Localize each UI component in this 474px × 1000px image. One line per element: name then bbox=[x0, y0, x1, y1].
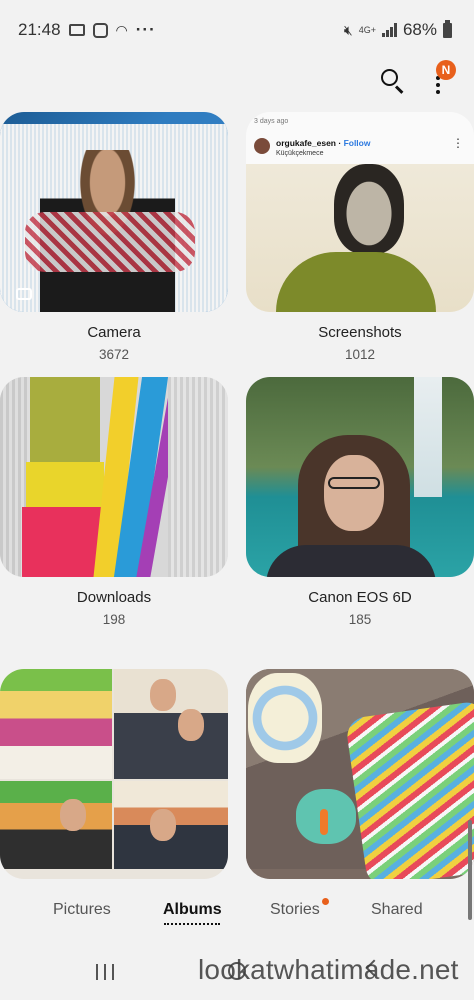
album-count: 3672 bbox=[98, 347, 130, 362]
album-name: Canon EOS 6D bbox=[308, 589, 412, 606]
post-photo-face bbox=[334, 164, 404, 254]
status-right: 🔇︎ 4G+ 68% bbox=[343, 19, 452, 40]
search-button[interactable] bbox=[378, 66, 408, 96]
album-camera[interactable]: Camera 3672 bbox=[0, 112, 228, 363]
tab-active-indicator bbox=[164, 923, 220, 925]
system-nav-bar: lookatwhatimade.net bbox=[0, 948, 474, 1000]
album-thumbnail[interactable] bbox=[246, 669, 474, 879]
album-collage[interactable] bbox=[0, 669, 228, 879]
search-icon bbox=[381, 69, 398, 86]
album-thumbnail[interactable] bbox=[246, 377, 474, 577]
album-thumbnail[interactable] bbox=[0, 669, 228, 879]
battery-icon bbox=[443, 19, 452, 38]
album-count: 185 bbox=[348, 612, 372, 627]
watermark: lookatwhatimade.net bbox=[198, 954, 459, 985]
album-downloads[interactable]: Downloads 198 bbox=[0, 377, 228, 628]
album-thumbnail[interactable] bbox=[0, 112, 228, 312]
search-icon-handle bbox=[394, 85, 404, 94]
album-canon-eos-6d[interactable]: Canon EOS 6D 185 bbox=[246, 377, 474, 628]
more-icon-dot bbox=[436, 90, 440, 94]
mail-icon bbox=[68, 24, 85, 36]
thumb-square-yellow bbox=[26, 462, 104, 507]
tab-albums[interactable]: Albums bbox=[163, 901, 222, 919]
more-notifications-icon: ··· bbox=[135, 20, 156, 39]
post-username: orgukafe_esen · Follow bbox=[276, 138, 371, 148]
status-bar: 21:48 ◠ ··· 🔇︎ 4G+ 68% bbox=[0, 0, 474, 60]
collage-face bbox=[178, 709, 204, 741]
battery-percent: 68% bbox=[402, 20, 437, 39]
more-icon-dot bbox=[436, 83, 440, 87]
tab-stories[interactable]: Stories bbox=[270, 901, 320, 919]
collage-face bbox=[150, 809, 176, 841]
camera-icon bbox=[16, 288, 32, 300]
thumb-blanket bbox=[168, 377, 228, 577]
signal-icon bbox=[381, 23, 397, 37]
bottom-tab-bar: Pictures Albums Stories Shared bbox=[0, 893, 474, 929]
collage-cell bbox=[0, 781, 112, 869]
tab-shared[interactable]: Shared bbox=[371, 901, 423, 919]
notification-badge: N bbox=[436, 60, 456, 80]
tab-pictures[interactable]: Pictures bbox=[53, 901, 111, 919]
recents-button[interactable] bbox=[96, 964, 114, 980]
avatar bbox=[254, 138, 270, 154]
album-blanket[interactable] bbox=[246, 669, 474, 879]
stories-new-dot bbox=[322, 898, 329, 905]
album-count: 198 bbox=[102, 612, 126, 627]
album-thumbnail[interactable] bbox=[0, 377, 228, 577]
album-thumbnail[interactable]: 3 days ago orgukafe_esen · Follow Küçükç… bbox=[246, 112, 474, 312]
thumb-clothing bbox=[266, 545, 436, 577]
collage-face bbox=[60, 799, 86, 831]
album-count: 1012 bbox=[344, 347, 376, 362]
network-type: 4G+ bbox=[358, 24, 376, 35]
recents-icon-bar bbox=[96, 964, 98, 980]
username-text: orgukafe_esen bbox=[276, 138, 336, 148]
collage-face bbox=[150, 679, 176, 711]
app-notification-icon bbox=[92, 22, 108, 38]
status-left: 21:48 ◠ ··· bbox=[18, 20, 156, 40]
album-name: Camera bbox=[87, 324, 141, 341]
thumb-glasses bbox=[328, 477, 380, 489]
post-time: 3 days ago bbox=[254, 118, 289, 125]
post-menu-icon: ⋮ bbox=[452, 136, 464, 150]
thumb-toy-nose bbox=[320, 809, 328, 835]
mute-icon: 🔇︎ bbox=[343, 21, 353, 38]
recents-icon-bar bbox=[104, 964, 106, 980]
follow-text: Follow bbox=[343, 138, 371, 148]
thumb-face bbox=[324, 455, 384, 531]
album-screenshots[interactable]: 3 days ago orgukafe_esen · Follow Küçükç… bbox=[246, 112, 474, 363]
thumb-waterfall bbox=[414, 377, 442, 497]
status-time: 21:48 bbox=[18, 20, 61, 39]
post-location: Küçükçekmece bbox=[276, 150, 324, 157]
recents-icon-bar bbox=[112, 964, 114, 980]
thumb-doily bbox=[248, 673, 322, 763]
wifi-icon: ◠ bbox=[115, 21, 128, 38]
collage-cell bbox=[0, 669, 112, 779]
album-name: Downloads bbox=[76, 589, 152, 606]
thumb-square-olive bbox=[30, 377, 100, 462]
thumb-striped-blanket bbox=[344, 700, 474, 879]
thumb-sweater bbox=[25, 212, 195, 272]
scrollbar[interactable] bbox=[468, 820, 472, 920]
album-name: Screenshots bbox=[318, 324, 402, 341]
